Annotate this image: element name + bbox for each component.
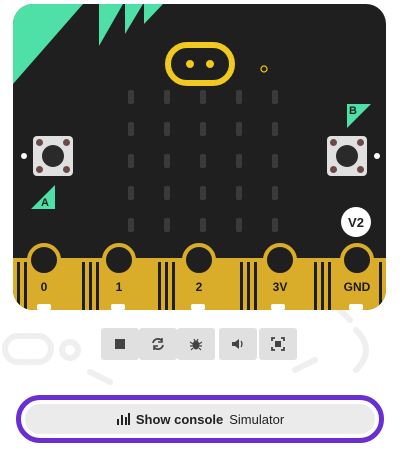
console-context-label: Simulator — [229, 411, 285, 427]
pin-1-ring[interactable] — [102, 243, 136, 277]
show-console-button[interactable]: Show console Simulator — [25, 404, 375, 434]
pin-3v-ring[interactable] — [263, 243, 297, 277]
pin-2-ring[interactable] — [182, 243, 216, 277]
microbit-board: B A V2 0 1 2 3V GND — [13, 4, 386, 310]
pin-0-ring[interactable] — [27, 243, 61, 277]
pin-gnd-ring[interactable] — [340, 243, 374, 277]
sound-icon — [232, 339, 243, 349]
restart-icon — [152, 338, 164, 350]
show-console-label: Show console — [135, 411, 224, 427]
fullscreen-icon — [271, 337, 285, 351]
pin-label-2: 2 — [195, 280, 203, 294]
sound-button[interactable] — [219, 328, 257, 360]
pin-label-0: 0 — [40, 280, 48, 294]
show-console-bar[interactable]: Show console Simulator — [16, 395, 384, 443]
fullscreen-button[interactable] — [259, 328, 297, 360]
pin-label-1: 1 — [115, 280, 123, 294]
debug-button[interactable] — [177, 328, 215, 360]
pin-label-gnd: GND — [343, 280, 371, 294]
debug-icon — [189, 338, 203, 351]
pin-label-3v: 3V — [272, 280, 288, 294]
stop-button[interactable] — [101, 328, 139, 360]
restart-button[interactable] — [139, 328, 177, 360]
stop-icon — [115, 339, 125, 349]
bar-chart-icon — [116, 413, 130, 425]
